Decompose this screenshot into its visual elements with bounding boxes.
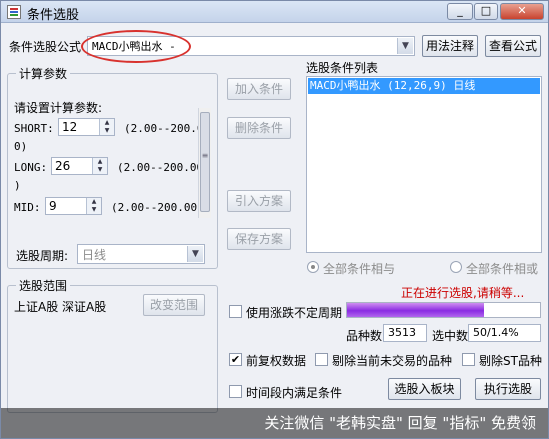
param-short-label: SHORT: [14, 122, 54, 135]
selected-count-label: 选中数 [432, 329, 469, 343]
params-group-title: 计算参数 [16, 65, 71, 82]
scope-group-title: 选股范围 [16, 277, 71, 294]
param-mid-label: MID: [14, 201, 41, 214]
usage-notes-button[interactable]: 用法注释 [422, 35, 478, 57]
param-long-range: (2.00--200.00 [117, 161, 204, 174]
radio-all-and-label: 全部条件相与 [323, 262, 396, 276]
scope-value: 上证A股 深证A股 [14, 300, 107, 314]
add-condition-button[interactable]: 加入条件 [227, 78, 291, 100]
variety-count-label: 品种数 [346, 329, 383, 343]
param-short-range-wrap: 0) [14, 140, 28, 153]
param-long-value: 26 [55, 159, 71, 173]
chevron-down-icon[interactable]: ▼ [187, 246, 203, 262]
condition-list-label: 选股条件列表 [306, 61, 379, 75]
exclude-untraded-label: 剔除当前未交易的品种 [332, 354, 453, 368]
param-mid-range: (2.00--200.00) [111, 201, 204, 214]
change-scope-button[interactable]: 改变范围 [143, 294, 205, 316]
param-short-range: (2.00--200.0 [124, 122, 204, 135]
maximize-button[interactable]: □ [474, 3, 498, 20]
spinner-arrows-icon[interactable]: ▲ ▼ [99, 119, 114, 135]
close-button[interactable]: ✕ [500, 3, 544, 20]
execute-screening-button[interactable]: 执行选股 [475, 378, 541, 400]
period-label: 选股周期: [16, 249, 69, 263]
params-prompt: 请设置计算参数: [14, 101, 103, 115]
view-formula-button[interactable]: 查看公式 [485, 35, 541, 57]
pre-adjust-label: 前复权数据 [246, 354, 307, 368]
window-title: 条件选股 [27, 8, 80, 23]
time-range-checkbox[interactable] [229, 385, 242, 398]
app-icon [7, 5, 21, 19]
chevron-down-icon[interactable]: ▼ [397, 38, 413, 54]
params-scrollbar[interactable]: ≡ [198, 108, 211, 218]
title-bar: 条件选股 _ □ ✕ [1, 1, 548, 23]
annotation-circle [81, 30, 191, 63]
stock-screener-window: 条件选股 _ □ ✕ 条件选股公式 MACD小鸭出水 - ▼ 用法注释 查看公式… [0, 0, 549, 439]
list-item[interactable]: MACD小鸭出水 (12,26,9) 日线 [308, 78, 540, 94]
pre-adjust-checkbox[interactable]: ✔ [229, 353, 242, 366]
progress-bar [346, 302, 541, 318]
radio-all-or[interactable] [450, 261, 462, 273]
param-long-spinner[interactable]: 26 ▲ ▼ [51, 157, 108, 175]
progress-fill [347, 303, 485, 317]
formula-label: 条件选股公式 [9, 40, 82, 54]
variety-count-field: 3513 [383, 324, 427, 342]
indefinite-period-label: 使用涨跌不定周期 [246, 306, 343, 320]
param-long-label: LONG: [14, 161, 48, 174]
param-mid-spinner[interactable]: 9 ▲ ▼ [45, 197, 102, 215]
spinner-arrows-icon[interactable]: ▲ ▼ [86, 198, 101, 214]
add-to-block-button[interactable]: 选股入板块 [388, 378, 461, 400]
param-mid-value: 9 [49, 199, 57, 213]
radio-all-and[interactable] [307, 261, 319, 273]
exclude-untraded-checkbox[interactable] [315, 353, 328, 366]
delete-condition-button[interactable]: 删除条件 [227, 117, 291, 139]
scrollbar-thumb[interactable]: ≡ [200, 112, 210, 212]
exclude-st-label: 剔除ST品种 [479, 354, 542, 368]
indefinite-period-checkbox[interactable] [229, 305, 242, 318]
condition-list[interactable]: MACD小鸭出水 (12,26,9) 日线 [306, 76, 542, 253]
radio-all-or-label: 全部条件相或 [466, 262, 539, 276]
param-long-range-wrap: ) [14, 179, 21, 192]
selected-count-value: 50/1.4% [473, 326, 519, 339]
status-message: 正在进行选股,请稍等... [401, 286, 525, 300]
time-range-label: 时间段内满足条件 [246, 386, 343, 400]
param-short-spinner[interactable]: 12 ▲ ▼ [58, 118, 115, 136]
period-value: 日线 [82, 248, 107, 262]
import-scheme-button[interactable]: 引入方案 [227, 190, 291, 212]
exclude-st-checkbox[interactable] [462, 353, 475, 366]
minimize-button[interactable]: _ [447, 3, 473, 20]
param-short-value: 12 [62, 120, 78, 134]
variety-count-value: 3513 [388, 326, 416, 339]
spinner-arrows-icon[interactable]: ▲ ▼ [92, 158, 107, 174]
watermark-banner: 关注微信 "老韩实盘" 回复 "指标" 免费领 [1, 408, 548, 438]
selected-count-field: 50/1.4% [468, 324, 541, 342]
save-scheme-button[interactable]: 保存方案 [227, 228, 291, 250]
period-select[interactable]: 日线 ▼ [77, 244, 205, 264]
